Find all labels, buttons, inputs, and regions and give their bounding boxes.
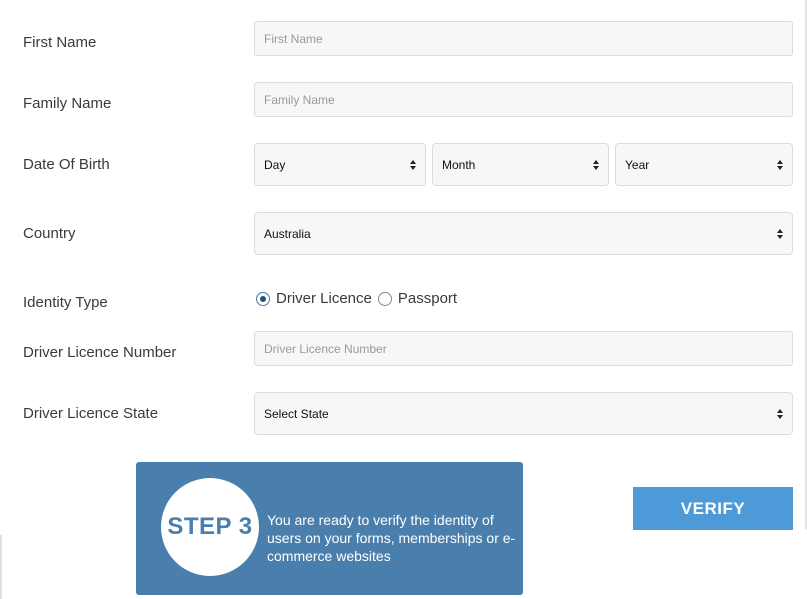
select-arrows-icon: [410, 159, 416, 170]
step-title: STEP 3: [167, 513, 253, 540]
radio-passport[interactable]: Passport: [377, 290, 458, 307]
radio-passport-label: Passport: [397, 290, 458, 307]
dob-month-select[interactable]: Month: [432, 143, 609, 186]
licence-state-value: Select State: [264, 406, 329, 421]
step-description: You are ready to verify the identity of …: [267, 512, 516, 564]
dob-year-select[interactable]: Year: [615, 143, 793, 186]
country-select[interactable]: Australia: [254, 212, 793, 255]
identity-type-radio-group: Driver Licence Passport: [256, 290, 463, 307]
dob-year-value: Year: [625, 157, 650, 172]
licence-number-input[interactable]: [254, 331, 793, 366]
dob-day-value: Day: [264, 157, 286, 172]
licence-state-select[interactable]: Select State: [254, 392, 793, 435]
page-divider-left: [0, 535, 2, 599]
radio-unchecked-icon[interactable]: [377, 291, 392, 306]
family-name-label: Family Name: [23, 95, 112, 112]
verify-button[interactable]: VERIFY: [633, 487, 793, 530]
date-of-birth-label: Date Of Birth: [23, 156, 110, 173]
step-info-box: STEP 3 You are ready to verify the ident…: [136, 462, 523, 595]
first-name-input[interactable]: [254, 21, 793, 56]
licence-number-label: Driver Licence Number: [23, 344, 177, 361]
identity-type-label: Identity Type: [23, 294, 108, 311]
family-name-input[interactable]: [254, 82, 793, 117]
radio-driver-licence-label: Driver Licence: [276, 290, 372, 307]
radio-checked-icon[interactable]: [256, 291, 270, 306]
select-arrows-icon: [777, 159, 783, 170]
licence-state-label: Driver Licence State: [23, 405, 159, 422]
first-name-label: First Name: [23, 34, 97, 51]
select-arrows-icon: [593, 159, 599, 170]
country-value: Australia: [264, 226, 311, 241]
dob-day-select[interactable]: Day: [254, 143, 426, 186]
dob-month-value: Month: [442, 157, 476, 172]
select-arrows-icon: [777, 228, 783, 239]
select-arrows-icon: [777, 408, 783, 419]
country-label: Country: [23, 225, 76, 242]
radio-driver-licence[interactable]: Driver Licence: [256, 290, 372, 307]
step-badge: STEP 3: [161, 478, 259, 576]
